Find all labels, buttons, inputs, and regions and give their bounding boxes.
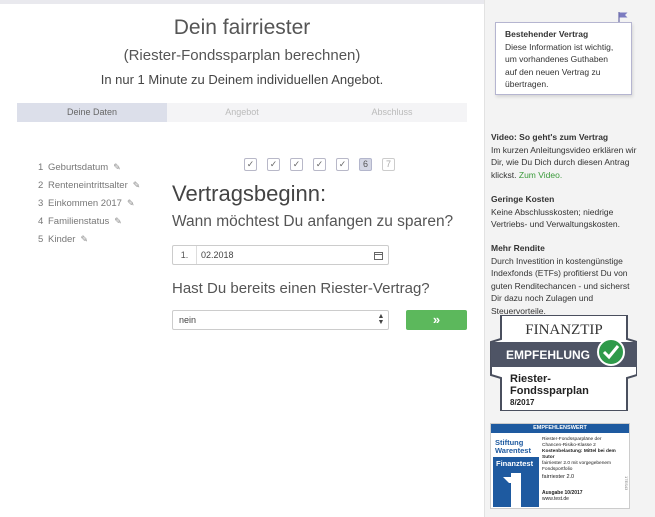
- info-tooltip: Bestehender Vertrag Diese Information is…: [495, 22, 632, 95]
- finanztip-product-line2: Fondssparplan: [510, 385, 589, 397]
- finanztip-label: EMPFEHLUNG: [506, 348, 590, 362]
- pencil-icon[interactable]: ✎: [127, 198, 135, 209]
- nav-item-kinder[interactable]: 5 Kinder ✎: [38, 230, 140, 248]
- warentest-header: EMPFEHLENSWERT: [491, 424, 629, 433]
- info-text: Diese Information ist wichtig, um vorhan…: [505, 41, 614, 90]
- nav-item-geburtsdatum[interactable]: 1 Geburtsdatum ✎: [38, 158, 140, 176]
- start-date-field[interactable]: 1. 02.2018: [172, 245, 389, 265]
- nav-item-renteneintrittsalter[interactable]: 2 Renteneintrittsalter ✎: [38, 176, 140, 194]
- progress-step-done[interactable]: ✓: [313, 158, 326, 171]
- pencil-icon[interactable]: ✎: [133, 180, 141, 191]
- info-title: Bestehender Vertrag: [505, 29, 589, 39]
- warentest-brand3: Finanztest: [496, 459, 534, 468]
- calendar-icon[interactable]: [368, 250, 388, 260]
- progress-step-done[interactable]: ✓: [267, 158, 280, 171]
- select-arrows-icon: ▲ ▼: [377, 313, 385, 326]
- returns-text: Durch Investition in kostengünstige Inde…: [491, 255, 630, 316]
- warentest-code: 17ES43: [624, 476, 629, 491]
- video-title: Video: So geht's zum Vertrag: [491, 132, 609, 142]
- start-date-question: Wann möchtest Du anfangen zu sparen?: [172, 213, 454, 230]
- costs-title: Geringe Kosten: [491, 194, 555, 204]
- warentest-issue-block: Ausgabe 10/2017 www.test.de: [542, 490, 583, 502]
- step-tabs: Deine Daten Angebot Abschluss: [17, 103, 467, 122]
- date-value[interactable]: 02.2018: [197, 250, 368, 260]
- existing-contract-select[interactable]: nein ▲ ▼: [172, 310, 389, 330]
- progress-step-done[interactable]: ✓: [336, 158, 349, 171]
- nav-item-label: Familienstatus: [48, 215, 110, 227]
- progress-step-current: 6: [359, 158, 372, 171]
- page-title: Dein fairriester: [173, 16, 311, 39]
- progress-step-done[interactable]: ✓: [290, 158, 303, 171]
- checkmark-icon: [597, 338, 625, 366]
- date-day-prefix: 1.: [173, 246, 197, 264]
- warentest-url: www.test.de: [542, 496, 569, 502]
- form-heading: Vertragsbeginn:: [172, 181, 327, 206]
- tab-abschluss[interactable]: Abschluss: [317, 103, 467, 122]
- warentest-brand2: Warentest: [495, 446, 531, 455]
- pencil-icon[interactable]: ✎: [80, 234, 88, 245]
- page-tagline: In nur 1 Minute zu Deinem individuellen …: [100, 72, 384, 87]
- progress-step-future: 7: [382, 158, 395, 171]
- warentest-product: fairriester 2.0: [542, 474, 575, 480]
- page-subtitle: (Riester-Fondssparplan berechnen): [123, 47, 361, 64]
- nav-item-label: Geburtsdatum: [48, 161, 109, 173]
- pencil-icon[interactable]: ✎: [114, 216, 122, 227]
- finanztip-badge: FINANZTIP EMPFEHLUNG Riester- Fondssparp…: [490, 315, 637, 411]
- video-section: Video: So geht's zum Vertrag Im kurzen A…: [491, 131, 641, 181]
- warentest-line3: Kostenbelastung: Mittel bei dem Sutor: [542, 449, 616, 460]
- existing-contract-question: Hast Du bereits einen Riester-Vertrag?: [172, 280, 430, 297]
- select-value: nein: [179, 315, 197, 325]
- pencil-icon[interactable]: ✎: [113, 162, 121, 173]
- nav-item-number: 4: [38, 215, 44, 227]
- tab-deine-daten[interactable]: Deine Daten: [17, 103, 167, 122]
- finanztip-product-line1: Riester-: [510, 373, 551, 385]
- nav-item-number: 2: [38, 179, 44, 191]
- costs-text: Keine Abschlusskosten; niedrige Vertrieb…: [491, 206, 620, 230]
- nav-item-familienstatus[interactable]: 4 Familienstatus ✎: [38, 212, 140, 230]
- tab-angebot[interactable]: Angebot: [167, 103, 317, 122]
- progress-indicator: ✓ ✓ ✓ ✓ ✓ 6 7: [244, 158, 405, 171]
- returns-title: Mehr Rendite: [491, 243, 545, 253]
- warentest-badge: EMPFEHLENSWERT Stiftung Warentest Finanz…: [490, 423, 630, 509]
- next-button[interactable]: »: [406, 310, 467, 330]
- warentest-line5: Fondsportfolio: [542, 467, 573, 472]
- nav-item-label: Kinder: [48, 233, 76, 245]
- video-link[interactable]: Zum Video.: [519, 170, 562, 180]
- nav-item-number: 5: [38, 233, 44, 245]
- nav-item-label: Renteneintrittsalter: [48, 179, 128, 191]
- nav-item-label: Einkommen 2017: [48, 197, 122, 209]
- finanztip-date: 8/2017: [510, 398, 535, 407]
- costs-section: Geringe Kosten Keine Abschlusskosten; ni…: [491, 193, 641, 231]
- finanztip-brand: FINANZTIP: [525, 322, 603, 338]
- nav-item-number: 3: [38, 197, 44, 209]
- warentest-details: Riester-Fondssparpläne der Chancen-Risik…: [542, 437, 622, 473]
- nav-item-einkommen[interactable]: 3 Einkommen 2017 ✎: [38, 194, 140, 212]
- nav-item-number: 1: [38, 161, 44, 173]
- warentest-logo: Stiftung Warentest Finanztest: [493, 437, 539, 507]
- video-text: Im kurzen Anleitungsvideo erklären wir D…: [491, 144, 637, 180]
- video-text-block: Im kurzen Anleitungsvideo erklären wir D…: [491, 144, 641, 182]
- completed-steps-list: 1 Geburtsdatum ✎ 2 Renteneintrittsalter …: [38, 158, 140, 248]
- returns-section: Mehr Rendite Durch Investition in kosten…: [491, 242, 641, 317]
- progress-step-done[interactable]: ✓: [244, 158, 257, 171]
